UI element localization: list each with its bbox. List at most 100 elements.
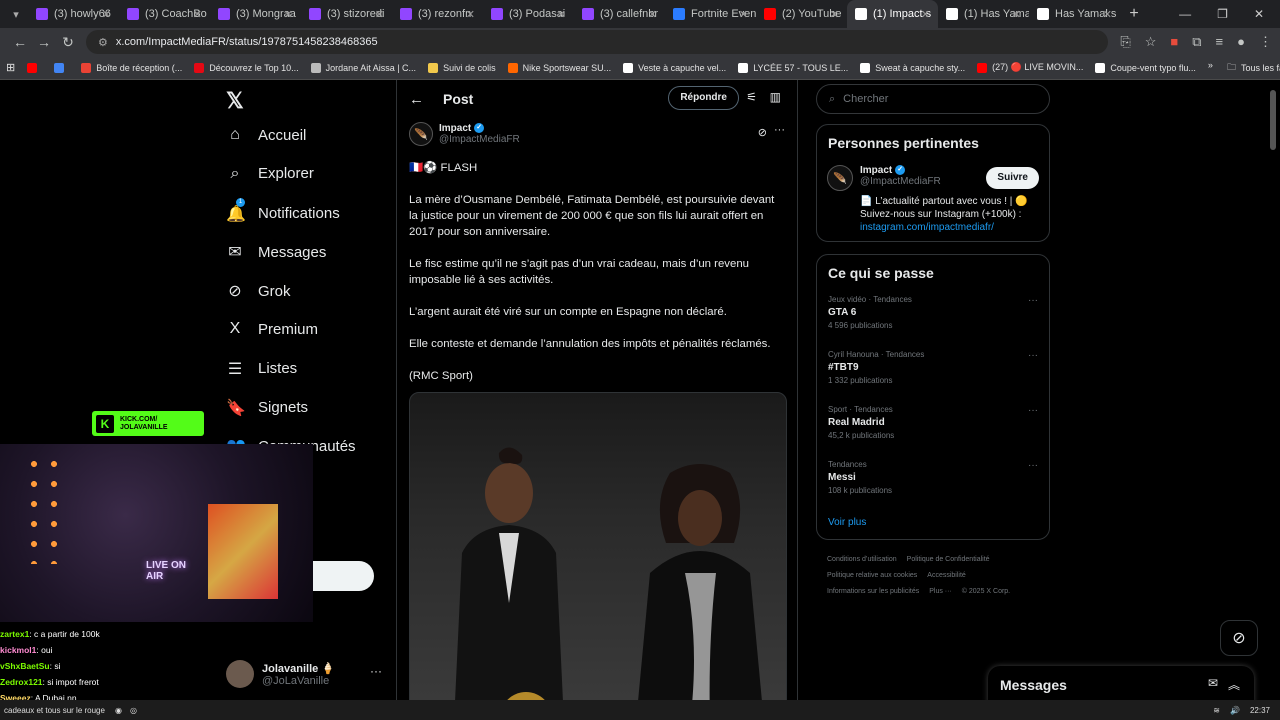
back-icon[interactable]: ← bbox=[8, 34, 32, 50]
site-info-icon[interactable]: ⚙ bbox=[98, 36, 108, 49]
browser-tab[interactable]: (3) Mongraa ✕ bbox=[210, 0, 301, 28]
bookmark-item[interactable]: Boîte de réception (... bbox=[81, 62, 182, 73]
tab-close-icon[interactable]: ✕ bbox=[739, 8, 748, 21]
nav-item-signets[interactable]: 🔖 Signets bbox=[226, 398, 308, 418]
all-favorites[interactable]: 🗀Tous les favoris bbox=[1227, 60, 1280, 76]
wifi-icon[interactable]: ≋ bbox=[1213, 706, 1220, 715]
bookmarks-overflow-icon[interactable]: » bbox=[1208, 60, 1213, 76]
page-scrollbar[interactable] bbox=[1270, 90, 1276, 150]
reload-icon[interactable]: ↻ bbox=[56, 34, 80, 51]
trend-item[interactable]: Sport · Tendances Real Madrid 45,2 k publi… bbox=[828, 405, 1040, 440]
nav-item-notifications[interactable]: 🔔 1 Notifications bbox=[226, 197, 340, 224]
browser-tab[interactable]: (1) Has Yama ✕ bbox=[938, 0, 1029, 28]
tab-close-icon[interactable]: ✕ bbox=[1103, 8, 1112, 21]
footer-link[interactable]: Politique de Confidentialité bbox=[907, 556, 990, 563]
nav-item-accueil[interactable]: ⌂ Accueil bbox=[226, 126, 306, 144]
tab-close-icon[interactable]: ✕ bbox=[375, 8, 384, 21]
trend-more-icon[interactable]: ··· bbox=[1028, 405, 1038, 416]
reader-view-icon[interactable]: ▥ bbox=[770, 90, 781, 104]
kebab-menu-icon[interactable]: ⋮ bbox=[1259, 34, 1272, 50]
minimize-icon[interactable]: — bbox=[1179, 7, 1191, 21]
author-handle[interactable]: @ImpactMediaFR bbox=[439, 134, 520, 145]
maximize-icon[interactable]: ❐ bbox=[1217, 7, 1228, 21]
browser-tab[interactable]: Fortnite Even ✕ bbox=[665, 0, 756, 28]
new-tab-button[interactable]: + bbox=[1120, 5, 1148, 23]
bookmark-item[interactable]: Coupe-vent typo flu... bbox=[1095, 62, 1196, 73]
forward-icon[interactable]: → bbox=[32, 34, 56, 50]
footer-link[interactable]: Conditions d’utilisation bbox=[827, 556, 897, 563]
post-photo[interactable] bbox=[409, 392, 787, 700]
browser-tab[interactable]: (2) YouTube ✕ bbox=[756, 0, 847, 28]
star-icon[interactable]: ☆ bbox=[1145, 34, 1157, 50]
puzzle-icon[interactable]: ⧉ bbox=[1192, 34, 1201, 50]
trend-more-icon[interactable]: ··· bbox=[1028, 295, 1038, 306]
footer-link[interactable]: Politique relative aux cookies bbox=[827, 572, 917, 579]
impact-avatar[interactable]: 🪶 bbox=[409, 122, 433, 146]
trend-item[interactable]: Cyril Hanouna · Tendances #TBT9 1 332 publ… bbox=[828, 350, 1040, 385]
chrome-taskbar-icon[interactable]: ◉ bbox=[115, 706, 122, 715]
nav-item-listes[interactable]: ☰ Listes bbox=[226, 359, 297, 379]
follow-button[interactable]: Suivre bbox=[986, 167, 1039, 189]
browser-tab[interactable]: (3) Podasai ✕ bbox=[483, 0, 574, 28]
install-app-icon[interactable]: ⎘ bbox=[1120, 34, 1130, 50]
bookmark-item[interactable]: Suivi de colis bbox=[428, 62, 496, 73]
filter-icon[interactable]: ⚟ bbox=[746, 90, 757, 104]
more-icon[interactable]: ··· bbox=[370, 664, 382, 678]
back-arrow-icon[interactable]: ← bbox=[409, 91, 443, 108]
tab-close-icon[interactable]: ✕ bbox=[557, 8, 566, 21]
see-more-link[interactable]: Voir plus bbox=[828, 517, 866, 528]
tab-close-icon[interactable]: ✕ bbox=[648, 8, 657, 21]
person-handle[interactable]: @ImpactMediaFR bbox=[860, 176, 941, 187]
bookmark-item[interactable]: Jordane Ait Aissa | C... bbox=[310, 62, 416, 73]
bookmark-item[interactable]: LYCÉE 57 - TOUS LE... bbox=[738, 62, 848, 73]
bookmark-item[interactable]: (27) 🔴 LIVE MOVIN... bbox=[977, 62, 1083, 73]
nav-item-messages[interactable]: ✉ Messages bbox=[226, 242, 326, 262]
footer-link[interactable]: Informations sur les publicités bbox=[827, 588, 919, 595]
new-message-icon[interactable]: ✉ bbox=[1208, 676, 1218, 690]
bookmark-item[interactable] bbox=[27, 62, 42, 73]
impact-avatar[interactable]: 🪶 bbox=[827, 165, 853, 191]
extension-icon[interactable]: ■ bbox=[1170, 34, 1178, 50]
browser-tab[interactable]: (1) Impact s ✕ bbox=[847, 0, 938, 28]
expand-icon[interactable]: ︽ bbox=[1228, 676, 1240, 693]
browser-tab[interactable]: (3) stizoredi ✕ bbox=[301, 0, 392, 28]
post-more-icon[interactable]: ··· bbox=[774, 124, 785, 136]
trend-item[interactable]: Tendances Messi 108 k publications ··· bbox=[828, 460, 1040, 495]
author-name[interactable]: Impact bbox=[439, 123, 471, 134]
tab-close-icon[interactable]: ✕ bbox=[466, 8, 475, 21]
messages-dock[interactable]: Messages ✉ ︽ bbox=[988, 666, 1254, 700]
trend-more-icon[interactable]: ··· bbox=[1028, 460, 1038, 471]
tab-close-icon[interactable]: ✕ bbox=[830, 8, 839, 21]
grok-explain-icon[interactable]: ⊘ bbox=[758, 126, 767, 139]
browser-tab[interactable]: Has Yamal s ✕ bbox=[1029, 0, 1120, 28]
bookmark-item[interactable]: Nike Sportswear SU... bbox=[507, 62, 611, 73]
tab-search-icon[interactable]: ▾ bbox=[4, 2, 28, 26]
tab-close-icon[interactable]: ✕ bbox=[1012, 8, 1021, 21]
tab-close-icon[interactable]: ✕ bbox=[921, 8, 930, 21]
trend-more-icon[interactable]: ··· bbox=[1028, 350, 1038, 361]
browser-tab[interactable]: (3) CoachBo ✕ bbox=[119, 0, 210, 28]
post-author[interactable]: 🪶 Impact ✓ @ImpactMediaFR bbox=[409, 122, 520, 146]
tab-close-icon[interactable]: ✕ bbox=[102, 8, 111, 21]
profile-avatar-icon[interactable]: ● bbox=[1237, 34, 1245, 50]
close-icon[interactable]: ✕ bbox=[1254, 7, 1264, 21]
nav-item-premium[interactable]: X Premium bbox=[226, 320, 318, 338]
bookmark-item[interactable]: Veste à capuche vel... bbox=[623, 62, 726, 73]
browser-tab[interactable]: (3) howly66 ✕ bbox=[28, 0, 119, 28]
bookmark-item[interactable]: Sweat à capuche sty... bbox=[860, 62, 965, 73]
apps-grid-icon[interactable]: ⊞ bbox=[6, 61, 15, 74]
bookmark-item[interactable]: Découvrez le Top 10... bbox=[194, 62, 299, 73]
browser-tab[interactable]: (3) rezonfn ✕ bbox=[392, 0, 483, 28]
bookmark-item[interactable] bbox=[54, 62, 69, 73]
url-field[interactable]: ⚙ x.com/ImpactMediaFR/status/19787514582… bbox=[86, 30, 1109, 54]
x-logo-icon[interactable]: 𝕏 bbox=[226, 88, 244, 114]
reply-button[interactable]: Répondre bbox=[668, 86, 739, 110]
trend-item[interactable]: Jeux vidéo · Tendances GTA 6 4 596 publica… bbox=[828, 295, 1040, 330]
clock[interactable]: 22:37 bbox=[1250, 706, 1270, 715]
bio-link[interactable]: instagram.com/impactmediafr/ bbox=[860, 221, 1040, 234]
media-icon[interactable]: ≡ bbox=[1216, 34, 1224, 50]
nav-item-grok[interactable]: ⊘ Grok bbox=[226, 281, 290, 301]
nav-item-explorer[interactable]: ⌕ Explorer bbox=[226, 165, 314, 183]
search-input[interactable]: ⌕ Chercher bbox=[816, 84, 1050, 114]
tab-close-icon[interactable]: ✕ bbox=[284, 8, 293, 21]
